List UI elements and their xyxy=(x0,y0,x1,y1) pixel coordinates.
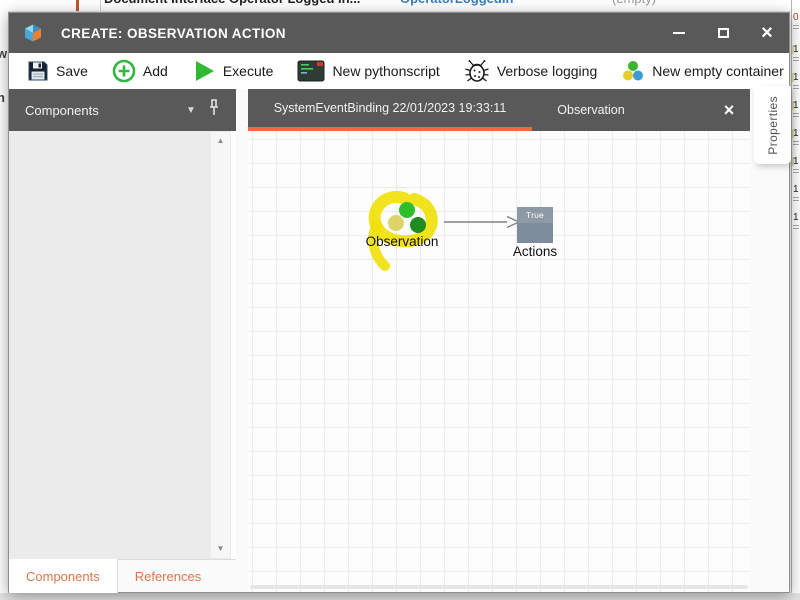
background-text: Document Interface Operator Logged in... xyxy=(104,0,360,6)
toolbar-item-label: Execute xyxy=(223,63,274,79)
row-number: 0 xyxy=(793,12,800,23)
components-list[interactable]: ▲ ▼ xyxy=(9,131,231,559)
yellow-marker xyxy=(792,101,794,110)
toolbar-item-label: Add xyxy=(143,63,168,79)
pin-icon[interactable] xyxy=(207,99,221,117)
plus-circle-icon xyxy=(112,59,136,83)
background-divider xyxy=(76,0,79,12)
blue-marker xyxy=(791,15,792,19)
app-cube-icon xyxy=(22,22,44,44)
three-dots-icon xyxy=(621,60,645,82)
close-icon: × xyxy=(724,100,735,121)
verbose-logging-button[interactable]: Verbose logging xyxy=(452,53,609,89)
background-muted-text: (empty) xyxy=(612,0,656,6)
tab-observation[interactable]: Observation xyxy=(532,89,650,131)
background-window-bottom-strip xyxy=(0,593,800,600)
tab-close-button[interactable]: × xyxy=(708,89,750,131)
components-scrollbar[interactable]: ▲ ▼ xyxy=(211,132,230,558)
row-number: 1 xyxy=(793,156,800,167)
properties-flyout-tab[interactable]: Properties xyxy=(754,86,791,164)
yellow-marker xyxy=(792,129,794,138)
properties-tab-label: Properties xyxy=(766,96,780,155)
toolbar-item-label: New empty container xyxy=(652,63,784,79)
maximize-button[interactable] xyxy=(701,13,745,53)
tab-references[interactable]: References xyxy=(118,559,218,593)
execute-button[interactable]: Execute xyxy=(180,53,286,89)
save-button[interactable]: Save xyxy=(15,53,100,89)
toolbar-item-label: Verbose logging xyxy=(497,63,597,79)
yellow-dot xyxy=(388,215,404,231)
observation-node-icon[interactable] xyxy=(362,187,454,275)
diagram-canvas[interactable]: Observation True Actions xyxy=(248,131,750,592)
observation-node-label[interactable]: Observation xyxy=(363,234,441,249)
row-number: 1 xyxy=(793,128,800,139)
new-pythonscript-button[interactable]: New pythonscript xyxy=(285,53,451,89)
tab-components[interactable]: Components xyxy=(9,559,118,593)
dialog-title: CREATE: OBSERVATION ACTION xyxy=(61,26,286,41)
tab-label: References xyxy=(135,569,201,584)
title-bar[interactable]: CREATE: OBSERVATION ACTION × xyxy=(9,13,789,53)
actions-node[interactable]: True xyxy=(517,207,553,243)
create-observation-action-dialog: CREATE: OBSERVATION ACTION × Save xyxy=(8,12,790,593)
document-tab-bar: SystemEventBinding 22/01/2023 19:33:11 O… xyxy=(248,89,750,131)
tab-label: SystemEventBinding 22/01/2023 19:33:11 xyxy=(274,101,507,115)
row-number: 1 xyxy=(793,184,800,195)
background-text-fragment: w xyxy=(0,46,7,61)
components-panel-bottom-tabs: Components References xyxy=(9,559,236,592)
tab-label: Observation xyxy=(557,103,624,117)
row-number: 1 xyxy=(793,100,800,111)
dialog-content: Components ▼ ▲ ▼ Components xyxy=(9,89,789,592)
add-button[interactable]: Add xyxy=(100,53,180,89)
background-window-right-strip: 0 1 1 1 1 1 1 1 xyxy=(791,0,800,600)
background-window-top-strip: Document Interface Operator Logged in...… xyxy=(0,0,800,12)
new-empty-container-button[interactable]: New empty container xyxy=(609,53,796,89)
scroll-down-icon[interactable]: ▼ xyxy=(211,542,230,556)
toolbar-item-label: New pythonscript xyxy=(332,63,439,79)
background-divider xyxy=(100,0,101,12)
components-panel-header: Components ▼ xyxy=(9,89,236,131)
screen: Document Interface Operator Logged in...… xyxy=(0,0,800,600)
document-area: SystemEventBinding 22/01/2023 19:33:11 O… xyxy=(248,89,750,592)
dark-green-dot xyxy=(410,217,426,233)
row-number: 1 xyxy=(793,212,800,223)
tab-systemeventbinding[interactable]: SystemEventBinding 22/01/2023 19:33:11 xyxy=(248,89,532,131)
minimize-button[interactable] xyxy=(657,13,701,53)
green-dot xyxy=(399,202,415,218)
actions-node-label[interactable]: Actions xyxy=(500,244,570,259)
toolbar: Save Add Execute xyxy=(9,53,789,89)
close-button[interactable]: × xyxy=(745,13,789,53)
minimize-icon xyxy=(673,32,685,34)
toolbar-item-label: Save xyxy=(56,63,88,79)
tab-label: Components xyxy=(26,569,100,584)
connector-arrow xyxy=(443,215,521,229)
components-panel: Components ▼ ▲ ▼ Components xyxy=(9,89,236,592)
background-window-left-strip: w n xyxy=(0,0,8,593)
yellow-marker xyxy=(792,157,794,166)
terminal-icon xyxy=(297,60,325,82)
play-icon xyxy=(192,59,216,83)
close-icon: × xyxy=(761,23,773,43)
true-badge: True xyxy=(517,207,553,223)
scroll-up-icon[interactable]: ▲ xyxy=(211,134,230,148)
floppy-disk-icon xyxy=(27,60,49,82)
background-link-text: OperatorLoggedIn xyxy=(400,0,513,6)
background-text-fragment: n xyxy=(0,90,5,105)
bug-icon xyxy=(464,58,490,84)
chevron-down-icon[interactable]: ▼ xyxy=(186,105,196,116)
maximize-icon xyxy=(718,28,729,38)
components-panel-title: Components xyxy=(25,103,99,118)
